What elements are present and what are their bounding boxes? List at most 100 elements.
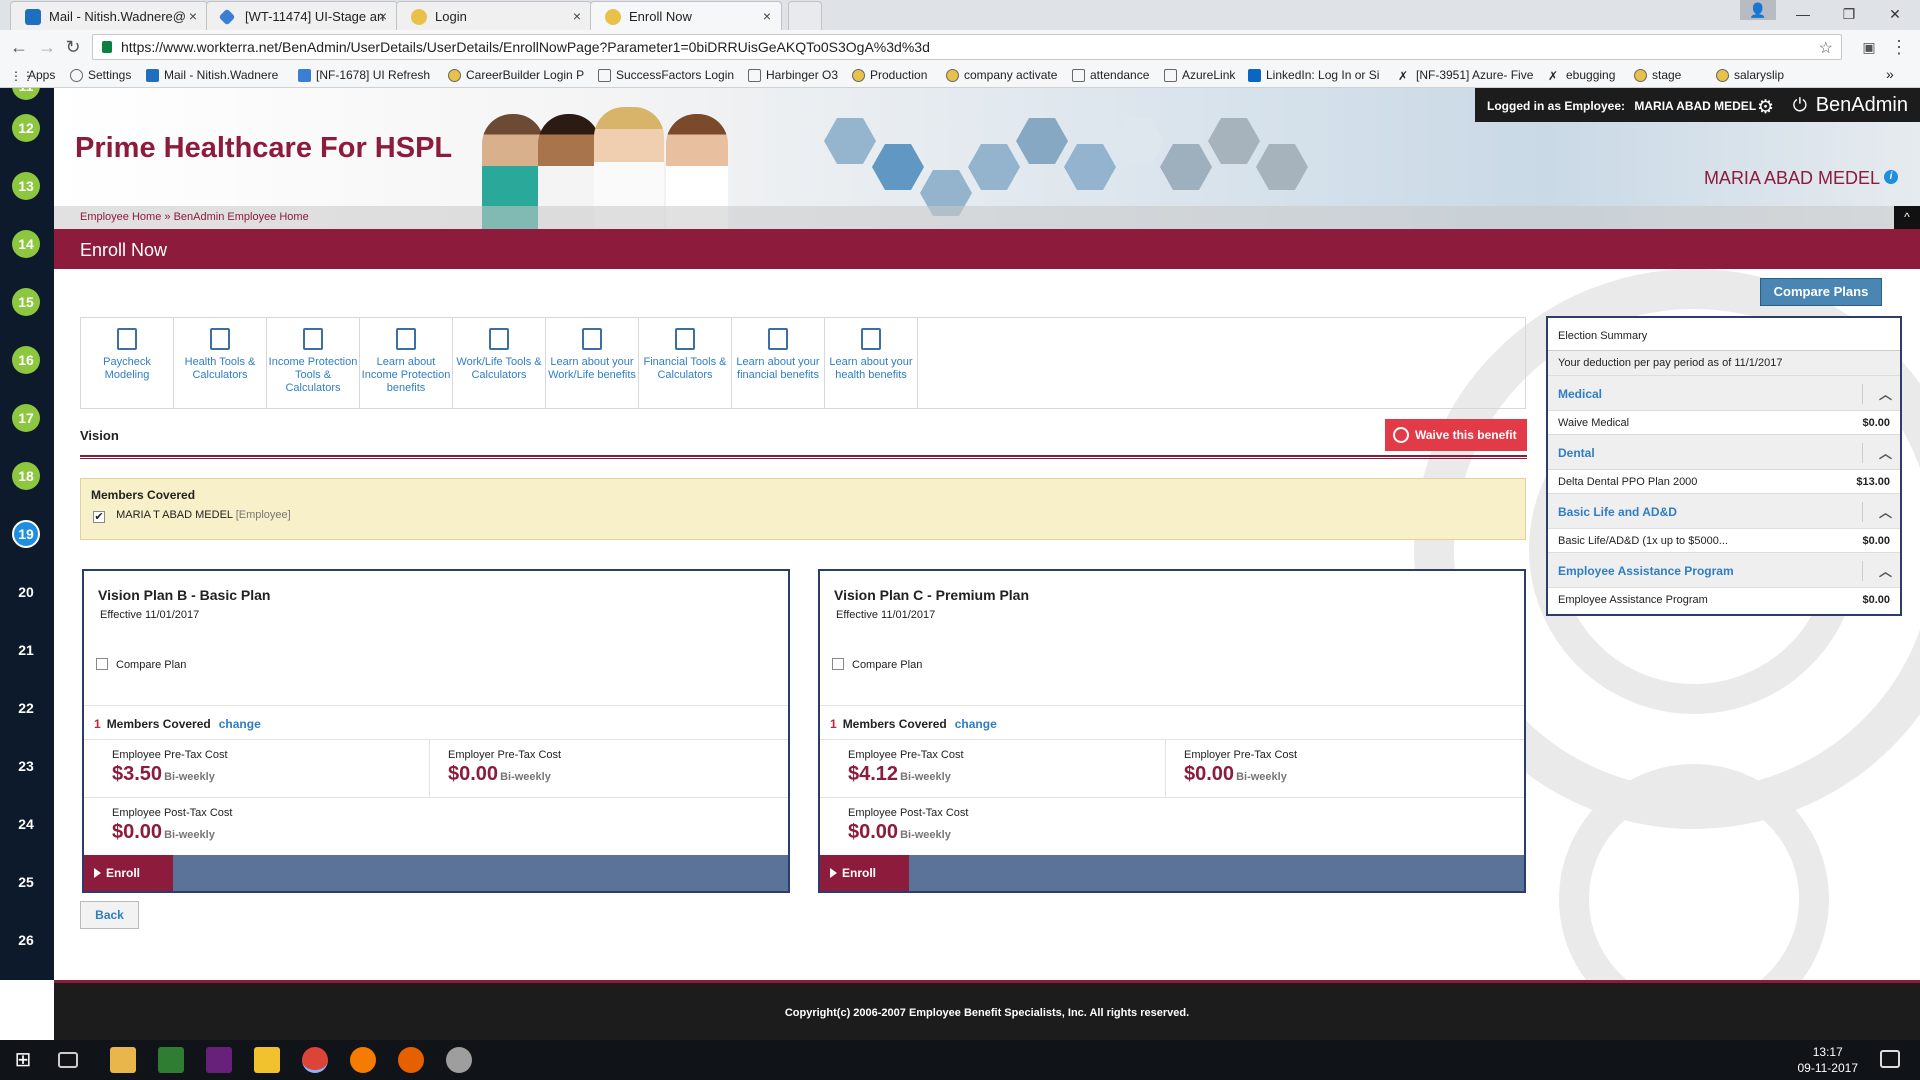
bookmarks-overflow-icon[interactable]: »: [1886, 66, 1894, 82]
back-button[interactable]: Back: [80, 901, 139, 929]
bookmark-careerbuilder[interactable]: CareerBuilder Login P: [448, 68, 584, 82]
new-tab-button[interactable]: [788, 1, 822, 30]
step-number[interactable]: 24: [12, 810, 40, 838]
tool-health-calculators[interactable]: Health Tools & Calculators: [174, 318, 267, 408]
bookmark-production[interactable]: Production: [852, 68, 927, 82]
tool-worklife-calculators[interactable]: Work/Life Tools & Calculators: [453, 318, 546, 408]
bookmark-azurelink[interactable]: AzureLink: [1164, 68, 1235, 82]
step-number[interactable]: 12: [12, 114, 40, 142]
menu-icon[interactable]: ⋮: [1888, 36, 1910, 58]
back-arrow-icon[interactable]: ←: [8, 36, 30, 58]
compare-plan-checkbox[interactable]: Compare Plan: [832, 658, 922, 671]
browser-tab-login[interactable]: Login ×: [396, 1, 592, 30]
visual-studio-icon[interactable]: [206, 1047, 232, 1073]
step-number[interactable]: 23: [12, 752, 40, 780]
step-number[interactable]: 14: [12, 230, 40, 258]
step-number[interactable]: 22: [12, 694, 40, 722]
bookmark-settings[interactable]: Settings: [70, 68, 131, 82]
bookmark-successfactors[interactable]: SuccessFactors Login: [598, 68, 734, 82]
enroll-button[interactable]: Enroll: [84, 855, 173, 891]
bookmark-ebugging[interactable]: ✗ ebugging: [1548, 68, 1615, 83]
tool-paycheck-modeling[interactable]: Paycheck Modeling: [81, 318, 174, 408]
system-clock[interactable]: 13:17 09-11-2017: [1798, 1044, 1859, 1076]
notepad-plus-icon[interactable]: [158, 1047, 184, 1073]
change-members-link[interactable]: change: [219, 717, 261, 731]
compare-plan-checkbox[interactable]: Compare Plan: [96, 658, 186, 671]
notification-icon[interactable]: [1880, 1050, 1900, 1068]
bookmark-salaryslip[interactable]: salaryslip: [1716, 68, 1784, 82]
bookmark-stage[interactable]: stage: [1634, 68, 1681, 82]
checkbox[interactable]: [832, 658, 844, 670]
chevron-up-icon[interactable]: ^: [1894, 206, 1920, 229]
chevron-up-icon[interactable]: ︿: [1862, 443, 1892, 463]
step-number[interactable]: 21: [12, 636, 40, 664]
step-number[interactable]: 16: [12, 346, 40, 374]
bookmark-apps[interactable]: ⋮⋮ Apps: [10, 68, 55, 83]
sticky-notes-icon[interactable]: [254, 1047, 280, 1073]
forward-arrow-icon[interactable]: →: [36, 36, 58, 58]
reload-icon[interactable]: ↻: [62, 36, 84, 58]
tool-learn-health[interactable]: Learn about your health benefits: [825, 318, 918, 408]
change-members-link[interactable]: change: [955, 717, 997, 731]
bookmark-nf-1678[interactable]: [NF-1678] UI Refresh: [298, 68, 430, 82]
bookmark-harbinger[interactable]: Harbinger O3: [748, 68, 838, 82]
extension-icon[interactable]: ▣: [1858, 36, 1880, 58]
tool-financial-calculators[interactable]: Financial Tools & Calculators: [639, 318, 732, 408]
close-window-button[interactable]: ✕: [1872, 0, 1918, 28]
summary-section-basic-life[interactable]: Basic Life and AD&D ︿: [1548, 493, 1900, 528]
step-number[interactable]: 11: [12, 88, 40, 100]
close-icon[interactable]: ×: [573, 8, 581, 24]
member-checkbox[interactable]: ✔: [93, 511, 105, 523]
task-view-icon[interactable]: [58, 1052, 78, 1068]
star-icon[interactable]: ☆: [1819, 38, 1833, 58]
close-icon[interactable]: ×: [189, 8, 197, 24]
step-number-current[interactable]: 19: [12, 520, 40, 548]
close-icon[interactable]: ×: [763, 8, 771, 24]
windows-start-icon[interactable]: ⊞: [10, 1047, 36, 1073]
tool-learn-income-protection[interactable]: Learn about Income Protection benefits: [360, 318, 453, 408]
tool-app-icon[interactable]: [446, 1047, 472, 1073]
checkbox[interactable]: [96, 658, 108, 670]
step-number[interactable]: 20: [12, 578, 40, 606]
step-number[interactable]: 13: [12, 172, 40, 200]
gear-icon[interactable]: ⚙: [1757, 96, 1774, 119]
flame-app-icon[interactable]: [350, 1047, 376, 1073]
enroll-button[interactable]: Enroll: [820, 855, 909, 891]
step-number[interactable]: 18: [12, 462, 40, 490]
chevron-up-icon[interactable]: ︿: [1862, 384, 1892, 404]
step-number[interactable]: 15: [12, 288, 40, 316]
profile-icon[interactable]: 👤: [1740, 0, 1776, 20]
bookmark-mail[interactable]: Mail - Nitish.Wadnere: [146, 68, 278, 82]
tool-learn-financial[interactable]: Learn about your financial benefits: [732, 318, 825, 408]
breadcrumb-employee-home[interactable]: Employee Home: [80, 211, 161, 223]
browser-tab-jira[interactable]: [WT-11474] UI-Stage an ×: [206, 1, 398, 30]
compare-plans-button[interactable]: Compare Plans: [1760, 278, 1882, 306]
info-icon[interactable]: i: [1884, 170, 1898, 184]
bookmark-linkedin[interactable]: LinkedIn: Log In or Si: [1248, 68, 1379, 82]
step-number[interactable]: 26: [12, 926, 40, 954]
summary-section-medical[interactable]: Medical ︿: [1548, 375, 1900, 410]
chrome-icon[interactable]: [302, 1047, 328, 1073]
power-icon[interactable]: ⏻: [1793, 95, 1807, 116]
breadcrumb-benadmin-home[interactable]: BenAdmin Employee Home: [174, 211, 309, 223]
step-number[interactable]: 25: [12, 868, 40, 896]
url-input[interactable]: https://www.workterra.net/BenAdmin/UserD…: [92, 34, 1842, 60]
maximize-button[interactable]: ❐: [1826, 0, 1872, 28]
chevron-up-icon[interactable]: ︿: [1862, 561, 1892, 581]
summary-section-eap[interactable]: Employee Assistance Program ︿: [1548, 552, 1900, 587]
bookmark-attendance[interactable]: attendance: [1072, 68, 1149, 82]
minimize-button[interactable]: —: [1780, 0, 1826, 28]
tool-income-protection-calculators[interactable]: Income Protection Tools & Calculators: [267, 318, 360, 408]
bookmark-company-activate[interactable]: company activate: [946, 68, 1057, 82]
browser-tab-enroll-now[interactable]: Enroll Now ×: [590, 1, 782, 30]
firefox-icon[interactable]: [398, 1047, 424, 1073]
close-icon[interactable]: ×: [379, 8, 387, 24]
tool-learn-worklife[interactable]: Learn about your Work/Life benefits: [546, 318, 639, 408]
file-explorer-icon[interactable]: [110, 1047, 136, 1073]
step-number[interactable]: 17: [12, 404, 40, 432]
browser-tab-mail[interactable]: Mail - Nitish.Wadnere@ ×: [10, 1, 208, 30]
chevron-up-icon[interactable]: ︿: [1862, 502, 1892, 522]
bookmark-nf-3951[interactable]: ✗ [NF-3951] Azure- Five: [1398, 68, 1533, 83]
waive-benefit-button[interactable]: Waive this benefit: [1385, 419, 1527, 451]
summary-section-dental[interactable]: Dental ︿: [1548, 434, 1900, 469]
